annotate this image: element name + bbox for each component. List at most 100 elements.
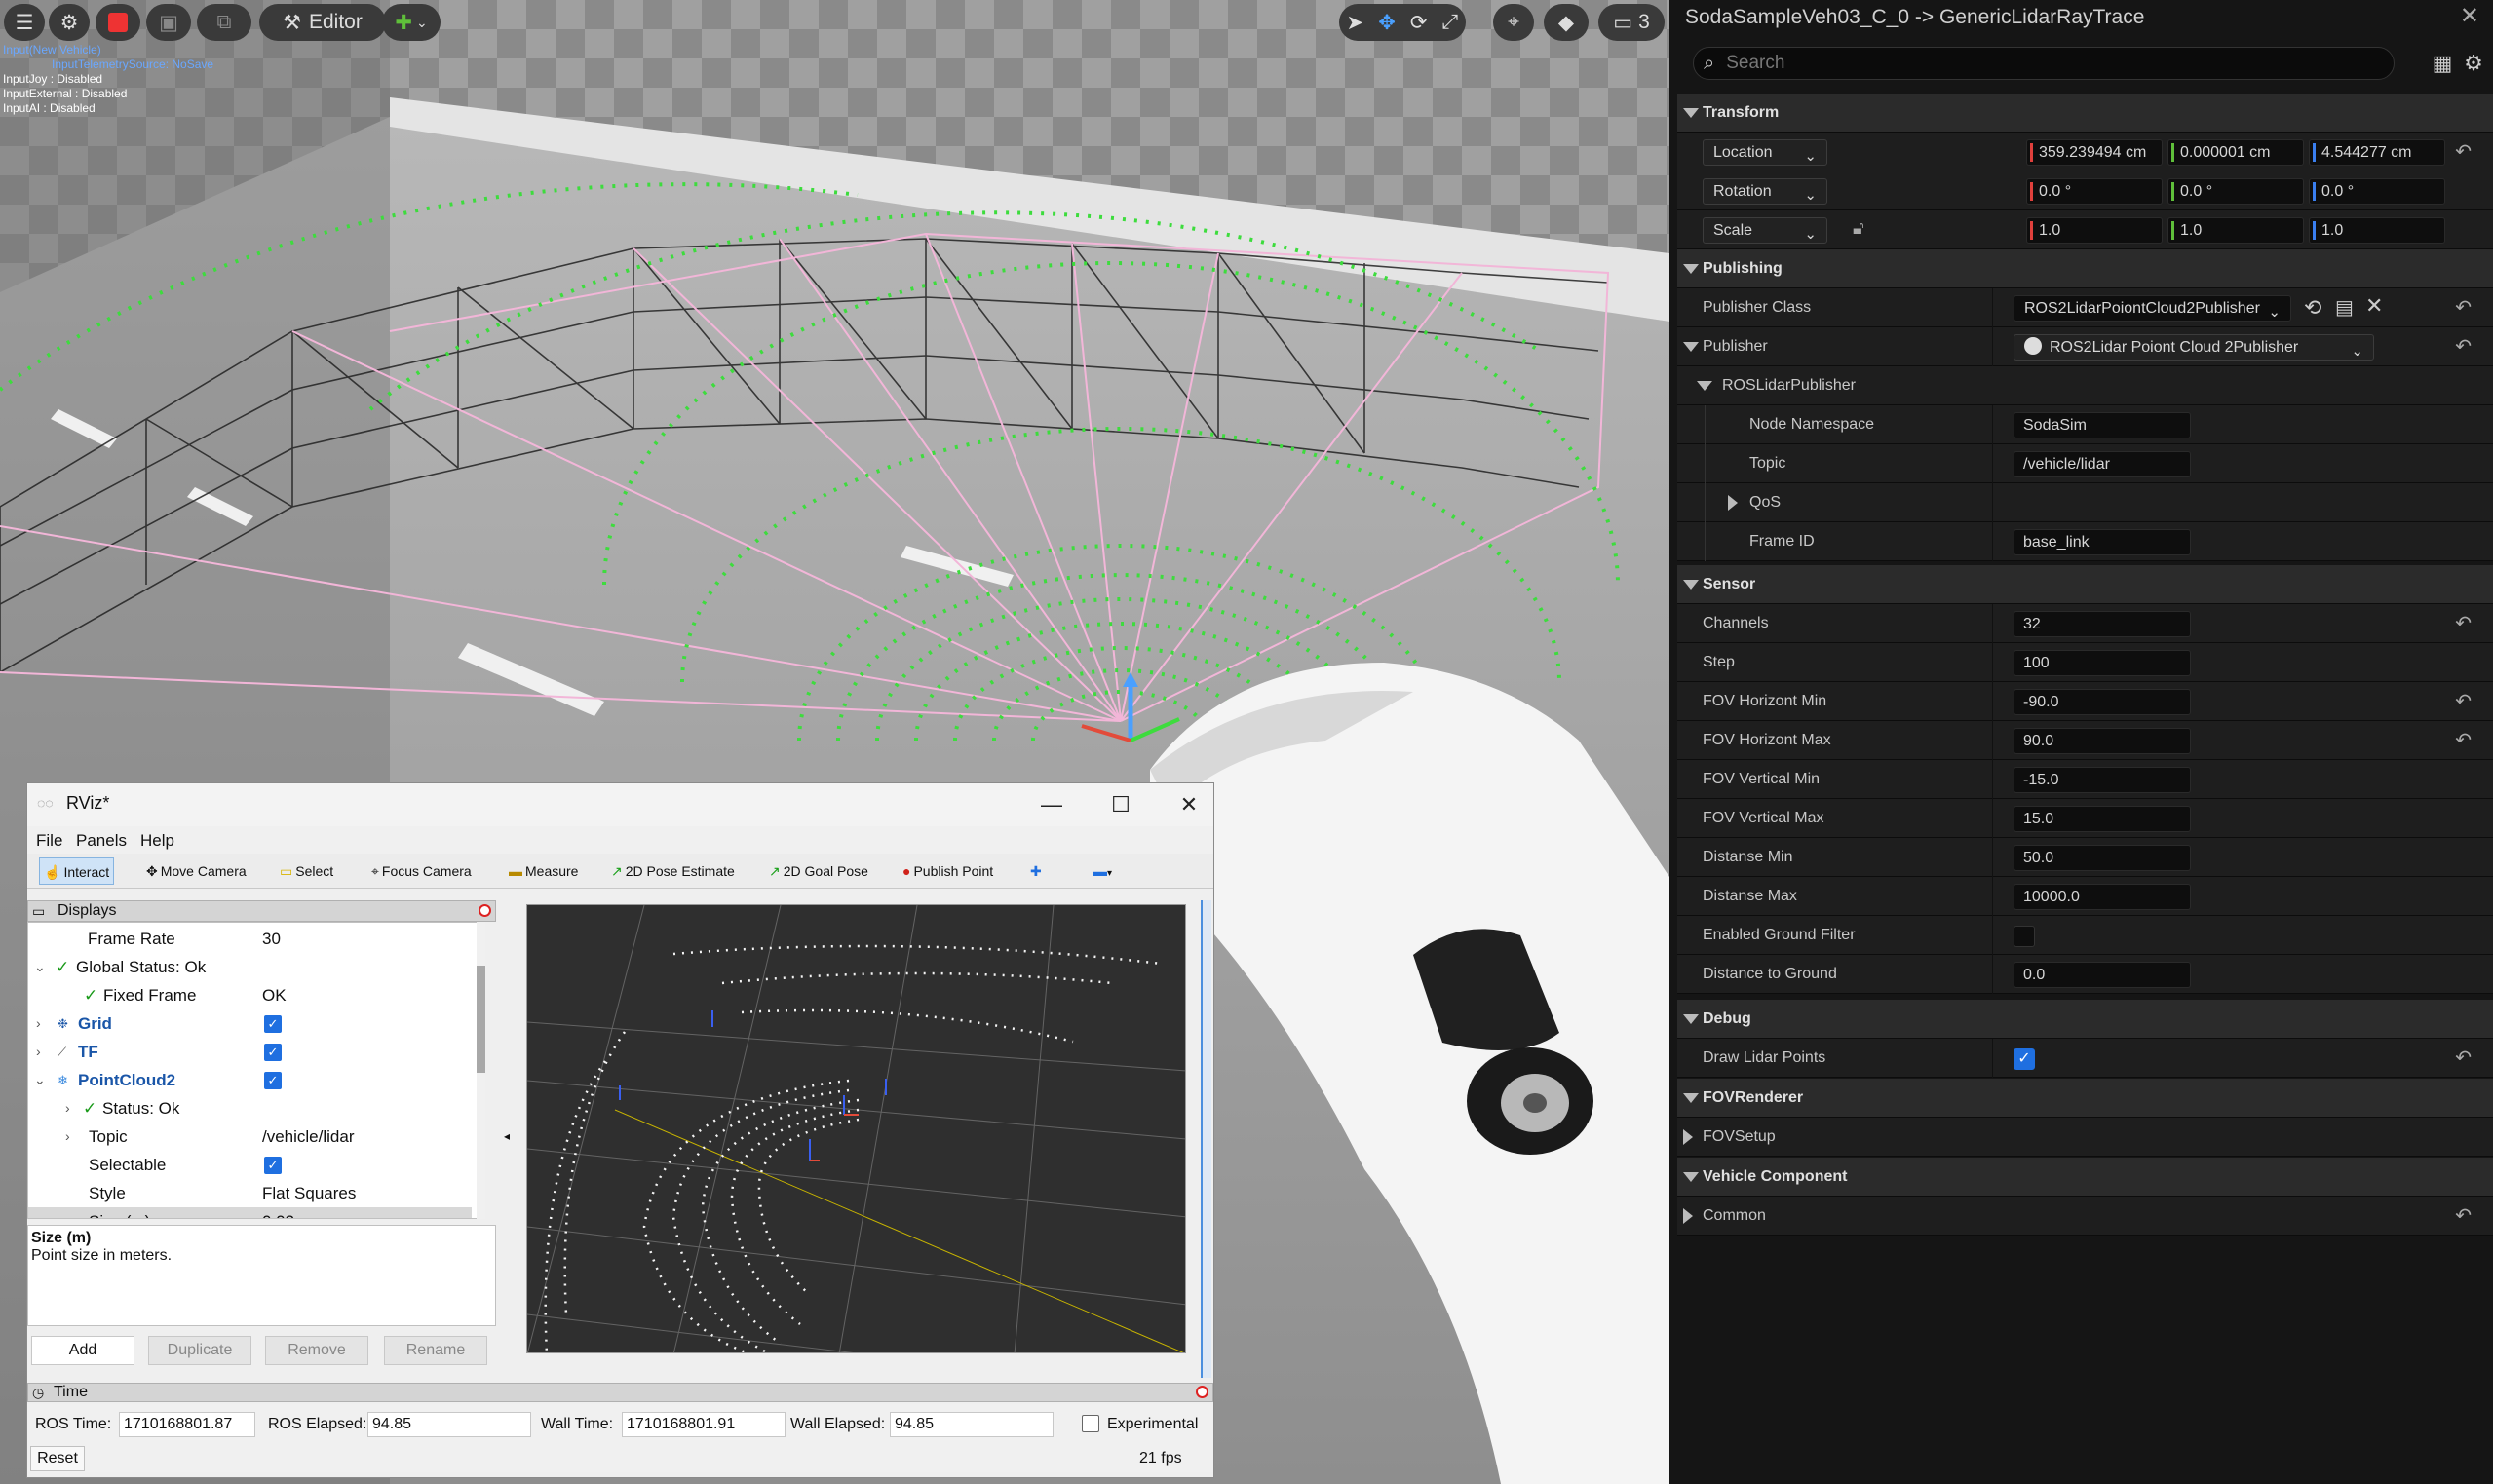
settings-gear-icon[interactable]: ⚙: [2459, 49, 2488, 78]
duplicate-button[interactable]: Duplicate: [148, 1336, 251, 1365]
tree-row-tf[interactable]: › ⟋ TF ✓: [28, 1038, 472, 1066]
collapse-left-icon[interactable]: ◂: [504, 1129, 510, 1143]
unlock-icon[interactable]: 🔓︎: [1853, 218, 1864, 239]
rotation-y-field[interactable]: 0.0 °: [2167, 178, 2304, 205]
tool-measure[interactable]: ▬ Measure: [505, 857, 582, 885]
fov-horizont-min-input[interactable]: -90.0: [2014, 689, 2191, 715]
tree-row-status[interactable]: › ✓ Status: Ok: [28, 1094, 472, 1123]
frame-id-input[interactable]: base_link: [2014, 529, 2191, 555]
search-input[interactable]: [1726, 53, 2351, 74]
pointcloud-checkbox[interactable]: ✓: [264, 1072, 282, 1089]
tree-row-style[interactable]: Style Flat Squares: [28, 1179, 472, 1207]
select-cursor-icon[interactable]: ➤: [1347, 11, 1364, 35]
rviz-titlebar[interactable]: ◌◌ RViz* — ☐ ✕: [27, 783, 1213, 826]
menu-panels[interactable]: Panels: [76, 831, 127, 851]
tree-row-grid[interactable]: › ❉ Grid ✓: [28, 1009, 472, 1038]
selectable-checkbox[interactable]: ✓: [264, 1157, 282, 1174]
expand-icon[interactable]: ⌄: [34, 953, 46, 981]
scale-y-field[interactable]: 1.0: [2167, 217, 2304, 244]
column-splitter[interactable]: [1992, 877, 1993, 916]
scale-x-field[interactable]: 1.0: [2026, 217, 2163, 244]
fov-horizont-max-input[interactable]: 90.0: [2014, 728, 2191, 754]
menu-file[interactable]: File: [36, 831, 62, 851]
perspective-cube-icon[interactable]: ◆: [1544, 4, 1589, 41]
close-icon[interactable]: ✕: [1168, 787, 1210, 822]
column-splitter[interactable]: [1992, 1039, 1993, 1078]
editor-button[interactable]: ⚒ Editor: [259, 4, 386, 41]
browse-folder-icon[interactable]: ▤: [2335, 295, 2354, 320]
tool-publish-point[interactable]: ● Publish Point: [899, 857, 997, 885]
scale-icon[interactable]: ⤢: [1442, 11, 1459, 34]
reset-button[interactable]: Reset: [30, 1446, 85, 1471]
tool-move-camera[interactable]: ✥ Move Camera: [142, 857, 250, 885]
minimize-icon[interactable]: —: [1030, 787, 1073, 822]
tool-interact[interactable]: ☝ Interact: [39, 857, 115, 885]
topic-input[interactable]: /vehicle/lidar: [2014, 451, 2191, 477]
category-sensor[interactable]: Sensor: [1677, 565, 2493, 604]
settings-gear-icon[interactable]: ⚙: [49, 4, 90, 41]
tool-goal-pose[interactable]: ↗ 2D Goal Pose: [765, 857, 872, 885]
close-icon[interactable]: ✕: [2460, 2, 2479, 30]
category-debug[interactable]: Debug: [1677, 1000, 2493, 1039]
tree-row-fixed-frame[interactable]: ✓ Fixed Frame OK: [28, 981, 472, 1009]
column-splitter[interactable]: [1992, 682, 1993, 721]
remove-tool-icon[interactable]: ▬▾: [1090, 857, 1116, 885]
publisher-class-dropdown[interactable]: ROS2LidarPoiontCloud2Publisher ⌄: [2014, 295, 2291, 322]
add-actor-button[interactable]: ✚ ⌄: [382, 4, 441, 41]
surface-snap-icon[interactable]: ⌖: [1493, 4, 1534, 41]
row-fov-setup[interactable]: FOVSetup: [1677, 1118, 2493, 1157]
distanse-max-input[interactable]: 10000.0: [2014, 884, 2191, 910]
column-splitter[interactable]: [1992, 444, 1993, 483]
tf-checkbox[interactable]: ✓: [264, 1044, 282, 1061]
column-splitter[interactable]: [1992, 483, 1993, 522]
clear-icon[interactable]: ✕: [2365, 293, 2383, 319]
rotation-x-field[interactable]: 0.0 °: [2026, 178, 2163, 205]
location-z-field[interactable]: 4.544277 cm: [2309, 139, 2445, 166]
camera-speed-button[interactable]: ▭ 3: [1598, 4, 1665, 41]
tool-pose-estimate[interactable]: ↗ 2D Pose Estimate: [607, 857, 739, 885]
column-splitter[interactable]: [1992, 643, 1993, 682]
column-splitter[interactable]: [1992, 604, 1993, 643]
close-panel-icon[interactable]: [1196, 1386, 1208, 1398]
column-splitter[interactable]: [1992, 522, 1993, 561]
reset-arrow-icon[interactable]: ↶: [2455, 728, 2472, 752]
tree-row-global-status[interactable]: ⌄ ✓ Global Status: Ok: [28, 953, 472, 981]
expand-icon[interactable]: ›: [65, 1123, 70, 1151]
publisher-dropdown[interactable]: ROS2Lidar Poiont Cloud 2Publisher ⌄: [2014, 334, 2374, 361]
distance-to-ground-input[interactable]: 0.0: [2014, 962, 2191, 988]
tool-select[interactable]: ▭ Select: [276, 857, 337, 885]
ros-time-field[interactable]: 1710168801.87: [119, 1412, 255, 1437]
menu-help[interactable]: Help: [140, 831, 174, 851]
column-splitter[interactable]: [1992, 327, 1993, 366]
rotate-icon[interactable]: ⟳: [1410, 11, 1428, 35]
experimental-checkbox[interactable]: [1082, 1415, 1099, 1432]
grid-checkbox[interactable]: ✓: [264, 1015, 282, 1033]
reset-arrow-icon[interactable]: ↶: [2455, 689, 2472, 713]
category-fov-renderer[interactable]: FOVRenderer: [1677, 1079, 2493, 1118]
tool-focus-camera[interactable]: ⌖ Focus Camera: [367, 857, 476, 885]
category-publishing[interactable]: Publishing: [1677, 249, 2493, 288]
expand-icon[interactable]: ›: [36, 1038, 41, 1066]
row-common[interactable]: Common ↶: [1677, 1197, 2493, 1236]
tree-row-frame-rate[interactable]: Frame Rate 30: [28, 925, 472, 953]
column-splitter[interactable]: [1992, 955, 1993, 994]
add-display-button[interactable]: Add: [31, 1336, 134, 1365]
grid-view-icon[interactable]: ▦: [2428, 49, 2457, 78]
expand-icon[interactable]: ›: [65, 1094, 70, 1123]
location-y-field[interactable]: 0.000001 cm: [2167, 139, 2304, 166]
rename-button[interactable]: Rename: [384, 1336, 487, 1365]
ground-filter-checkbox[interactable]: [2014, 926, 2035, 947]
column-splitter[interactable]: [1992, 288, 1993, 327]
fov-vertical-max-input[interactable]: 15.0: [2014, 806, 2191, 832]
rviz-3d-view[interactable]: [526, 904, 1186, 1353]
column-splitter[interactable]: [1992, 721, 1993, 760]
column-splitter[interactable]: [1992, 838, 1993, 877]
node-namespace-input[interactable]: SodaSim: [2014, 412, 2191, 438]
reset-arrow-icon[interactable]: ↶: [2455, 139, 2472, 164]
scroll-thumb[interactable]: [477, 966, 485, 1073]
column-splitter[interactable]: [1992, 760, 1993, 799]
maximize-icon[interactable]: ☐: [1099, 787, 1142, 822]
category-transform[interactable]: Transform: [1677, 94, 2493, 133]
translate-icon[interactable]: ✥: [1378, 11, 1396, 35]
distanse-min-input[interactable]: 50.0: [2014, 845, 2191, 871]
